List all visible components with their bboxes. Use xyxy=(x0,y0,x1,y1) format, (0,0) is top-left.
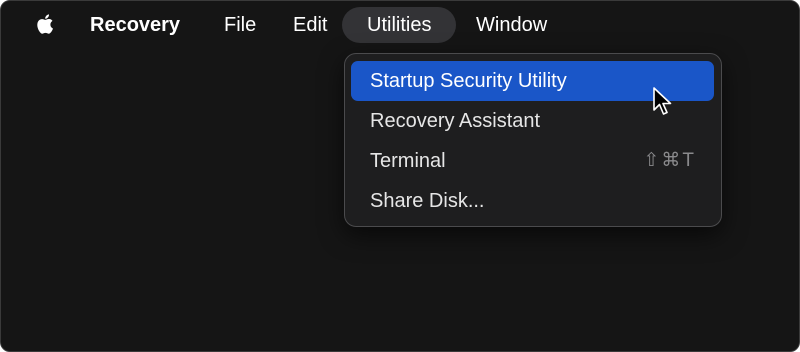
menu-edit[interactable]: Edit xyxy=(293,7,327,43)
keyboard-shortcut: ⇧⌘T xyxy=(643,150,696,171)
utilities-dropdown-menu: Startup Security Utility Recovery Assist… xyxy=(344,53,722,227)
menu-utilities[interactable]: Utilities xyxy=(342,7,457,43)
menu-bar: Recovery File Edit Utilities Window xyxy=(1,1,799,47)
menu-item-terminal[interactable]: Terminal ⇧⌘T xyxy=(351,141,714,181)
menu-item-label: Startup Security Utility xyxy=(370,70,567,92)
menu-item-share-disk[interactable]: Share Disk... xyxy=(351,181,714,221)
menu-app-recovery[interactable]: Recovery xyxy=(90,7,180,43)
menu-window[interactable]: Window xyxy=(476,7,547,43)
menu-item-label: Share Disk... xyxy=(370,190,485,212)
menu-item-label: Recovery Assistant xyxy=(370,110,541,132)
apple-logo-icon[interactable] xyxy=(34,12,58,36)
menu-item-label: Terminal xyxy=(370,150,446,172)
recovery-screen: Recovery File Edit Utilities Window Star… xyxy=(0,0,800,352)
menu-file[interactable]: File xyxy=(224,7,256,43)
arrow-cursor-icon xyxy=(653,87,673,117)
